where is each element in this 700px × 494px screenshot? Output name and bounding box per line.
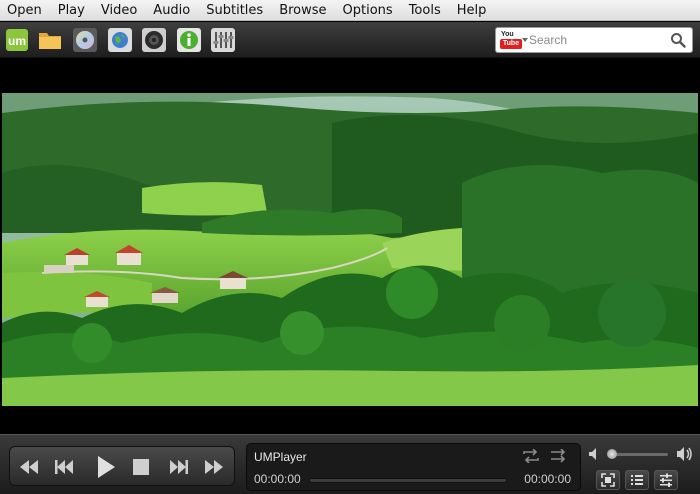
elapsed-time: 00:00:00 [254,472,301,486]
youtube-logo-tube: Tube [500,39,522,49]
info-icon [177,28,201,52]
stop-icon [133,459,149,475]
folder-icon [39,33,61,49]
stop-button[interactable] [130,457,152,477]
fullscreen-button[interactable] [596,470,620,490]
search-icon[interactable] [670,32,686,48]
search-input[interactable] [529,31,667,49]
total-time: 00:00:00 [524,472,571,486]
settings-button[interactable] [654,470,678,490]
globe-icon [108,28,132,52]
rewind-button[interactable] [18,457,40,477]
record-button[interactable] [142,28,166,52]
video-frame[interactable] [2,93,698,406]
playlist-button[interactable] [625,470,649,490]
menu-bar: Open Play Video Audio Subtitles Browse O… [0,0,700,21]
menu-play[interactable]: Play [50,0,93,21]
volume-max-icon[interactable] [676,446,694,462]
disc-icon [73,28,97,52]
youtube-logo[interactable]: You Tube [500,31,524,49]
transport-controls [9,446,235,486]
open-disc-button[interactable] [73,28,97,52]
shuffle-icon[interactable] [550,449,568,463]
menu-open[interactable]: Open [0,0,50,21]
play-icon [98,456,115,478]
menu-options[interactable]: Options [335,0,401,21]
next-button[interactable] [168,457,190,477]
play-button[interactable] [93,453,119,481]
volume-slider-handle[interactable] [607,449,617,459]
previous-icon [55,460,73,474]
open-folder-button[interactable] [38,28,62,52]
open-url-button[interactable] [108,28,132,52]
menu-subtitles[interactable]: Subtitles [198,0,271,21]
youtube-logo-you: You [501,31,514,38]
svg-text:um: um [8,34,26,48]
seek-bar[interactable] [309,478,507,483]
repeat-icon[interactable] [522,449,540,463]
equalizer-icon [211,28,235,52]
playlist-icon [631,475,643,485]
youtube-search-box: You Tube [495,27,693,53]
control-bar: UMPlayer 00:00:00 00:00:00 [0,434,700,494]
media-info-button[interactable] [177,28,201,52]
umplayer-logo-icon: um [6,29,28,51]
previous-button[interactable] [53,457,75,477]
menu-tools[interactable]: Tools [401,0,449,21]
now-playing-panel: UMPlayer 00:00:00 00:00:00 [246,443,581,491]
record-icon [142,28,166,52]
volume-slider[interactable] [608,453,668,456]
fullscreen-icon [601,473,615,487]
equalizer-button[interactable] [211,28,235,52]
menu-help[interactable]: Help [449,0,495,21]
rewind-icon [20,460,38,474]
video-image [2,93,698,406]
settings-icon [660,473,672,487]
umplayer-logo-button[interactable]: um [5,28,29,52]
volume-icon[interactable] [588,447,602,461]
now-playing-title: UMPlayer [254,450,307,464]
menu-browse[interactable]: Browse [271,0,334,21]
fast-forward-icon [205,460,223,474]
fast-forward-button[interactable] [203,457,225,477]
video-area[interactable] [0,59,700,434]
next-icon [170,460,188,474]
chevron-down-icon[interactable] [522,38,528,42]
menu-audio[interactable]: Audio [145,0,198,21]
menu-video[interactable]: Video [93,0,145,21]
